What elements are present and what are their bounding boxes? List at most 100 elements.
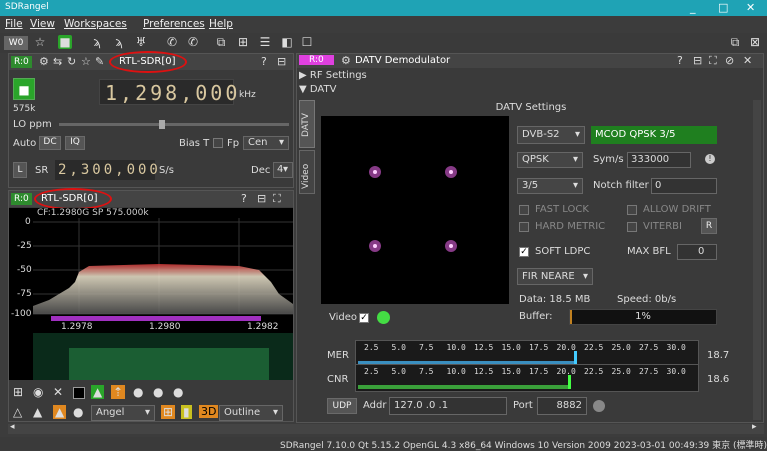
x-tick: 1.2982 <box>247 322 279 332</box>
notch-input[interactable]: 0 <box>651 178 717 194</box>
feature-icon[interactable]: ✆ <box>165 35 179 49</box>
settings-icon[interactable]: ⚙ <box>341 54 351 67</box>
bias-t-checkbox[interactable] <box>213 138 223 148</box>
workspace-badge[interactable]: W0 <box>4 36 28 50</box>
color-swatch-icon[interactable] <box>73 387 85 399</box>
hide-icon[interactable]: ⊘ <box>725 54 734 67</box>
bar-icon[interactable]: ▮ <box>181 405 192 419</box>
rf-settings-rollup[interactable]: ▶ RF Settings <box>299 70 367 81</box>
star-icon[interactable]: ☆ <box>33 35 47 49</box>
decimation-select[interactable]: 4 <box>273 162 293 178</box>
modulation-select[interactable]: QPSK <box>517 152 583 168</box>
circle-icon[interactable]: ● <box>73 405 83 419</box>
start-stop-button[interactable]: ■ <box>13 78 35 100</box>
close-workspace-icon[interactable]: ⊠ <box>748 35 762 49</box>
3d-icon[interactable]: 3D <box>199 405 219 418</box>
max-hold-icon[interactable]: ⇡ <box>111 385 126 399</box>
angel-select[interactable]: Angel <box>91 405 155 421</box>
viterbi-checkbox[interactable] <box>627 222 637 232</box>
stop-icon[interactable]: ● <box>173 385 183 399</box>
udp-button[interactable]: UDP <box>327 398 357 414</box>
reset-button[interactable]: R <box>701 218 717 234</box>
iq-button[interactable]: IQ <box>65 136 85 150</box>
outline-select[interactable]: Outline <box>219 405 283 421</box>
menu-preferences[interactable]: Preferences <box>143 18 205 30</box>
maximize-icon[interactable]: ⛶ <box>273 192 281 206</box>
tab-video[interactable]: Video <box>299 150 315 194</box>
waterfall-icon[interactable]: ▲ <box>91 385 105 399</box>
dc-button[interactable]: DC <box>39 136 61 150</box>
l-button[interactable]: L <box>13 162 27 178</box>
spectrum-display[interactable]: CF:1.2980G SP 575.000k 0 -25 -50 -75 -10… <box>9 208 293 380</box>
window-tile-icon[interactable]: ⊞ <box>236 35 250 49</box>
settings-icon[interactable]: ⚙ <box>39 55 49 68</box>
standard-select[interactable]: DVB-S2 <box>517 126 585 144</box>
center-frequency[interactable]: 1,298,000 <box>99 79 237 105</box>
scroll-right-icon[interactable]: ▸ <box>752 422 757 432</box>
scroll-left-icon[interactable]: ◂ <box>10 422 15 432</box>
port-input[interactable]: 8882 <box>537 397 587 415</box>
triangle-outline-icon[interactable]: △ <box>13 405 22 419</box>
grid-icon[interactable]: ⊞ <box>13 385 23 399</box>
maximize-button[interactable]: □ <box>718 1 728 14</box>
record-icon[interactable]: ● <box>133 385 143 399</box>
tool-icon[interactable]: ✎ <box>95 55 104 68</box>
detach-icon[interactable]: ⊟ <box>693 54 702 67</box>
peak-icon[interactable]: ▲ <box>53 405 67 419</box>
addr-input[interactable]: 127.0 .0 .1 <box>389 397 507 415</box>
sample-rate-input[interactable]: 2,300,000 <box>55 160 158 180</box>
start-icon[interactable]: ■ <box>58 35 72 49</box>
symrate-input[interactable]: 333000 <box>627 152 691 168</box>
scale-tick-label: 20.0 <box>556 367 576 376</box>
window-stack-icon[interactable]: ☰ <box>258 35 272 49</box>
help-icon[interactable]: ? <box>677 54 683 67</box>
rx-antenna-icon[interactable]: ϡ <box>90 35 104 49</box>
help-icon[interactable]: ? <box>261 55 267 68</box>
menu-help[interactable]: Help <box>209 18 233 30</box>
allow-drift-checkbox[interactable] <box>627 205 637 215</box>
max-bfl-input[interactable]: 0 <box>677 244 717 260</box>
fast-lock-checkbox[interactable] <box>519 205 529 215</box>
info-icon[interactable]: ! <box>705 154 715 164</box>
fec-select[interactable]: 3/5 <box>517 178 583 194</box>
filter-select[interactable]: FIR NEARE <box>517 268 593 285</box>
buffer-bar: 1% <box>569 309 717 325</box>
cross-icon[interactable]: ✕ <box>53 385 63 399</box>
reload-icon[interactable]: ↻ <box>67 55 76 68</box>
menu-workspaces[interactable]: Workspaces <box>64 18 127 30</box>
soft-ldpc-checkbox[interactable]: ✓ <box>519 247 529 257</box>
menu-view[interactable]: View <box>30 18 55 30</box>
fp-select[interactable]: Cen <box>243 136 289 150</box>
restore-workspace-icon[interactable]: ⧉ <box>728 35 742 49</box>
lo-ppm-slider-handle[interactable] <box>159 120 165 129</box>
detach-icon[interactable]: ⊟ <box>257 192 266 205</box>
mimo-antenna-icon[interactable]: ♅ <box>134 35 148 49</box>
dock-icon[interactable]: ◧ <box>280 35 294 49</box>
fullscreen-icon[interactable]: ☐ <box>300 35 314 49</box>
hard-metric-label: HARD METRIC <box>535 221 606 232</box>
help-icon[interactable]: ? <box>241 192 247 205</box>
target-icon[interactable]: ◉ <box>33 385 43 399</box>
triangle-filled-icon[interactable]: ▲ <box>33 405 42 419</box>
feature-remove-icon[interactable]: ✆ <box>186 35 200 49</box>
tab-datv[interactable]: DATV <box>299 100 315 148</box>
play-icon[interactable]: ● <box>153 385 163 399</box>
detach-icon[interactable]: ⊟ <box>277 55 286 68</box>
minimize-button[interactable]: _ <box>690 1 696 14</box>
menu-file[interactable]: File <box>5 18 23 30</box>
data-label: Data: 18.5 MB <box>519 294 591 305</box>
lo-ppm-slider[interactable] <box>59 120 289 129</box>
change-device-icon[interactable]: ⇆ <box>53 55 62 68</box>
datv-rollup[interactable]: ▼ DATV <box>299 84 336 95</box>
star-icon[interactable]: ☆ <box>81 55 91 68</box>
maximize-icon[interactable]: ⛶ <box>709 54 717 68</box>
vertical-scrollbar[interactable] <box>753 100 761 420</box>
tx-antenna-icon[interactable]: ϡ <box>112 35 126 49</box>
horizontal-scrollbar[interactable]: ◂ ▸ <box>8 422 764 434</box>
close-icon[interactable]: ✕ <box>743 54 752 67</box>
close-button[interactable]: ✕ <box>746 1 755 14</box>
hard-metric-checkbox[interactable] <box>519 222 529 232</box>
grid-toggle-icon[interactable]: ⊞ <box>161 405 176 419</box>
video-checkbox[interactable]: ✓ <box>359 313 369 323</box>
window-cascade-icon[interactable]: ⧉ <box>214 35 228 49</box>
